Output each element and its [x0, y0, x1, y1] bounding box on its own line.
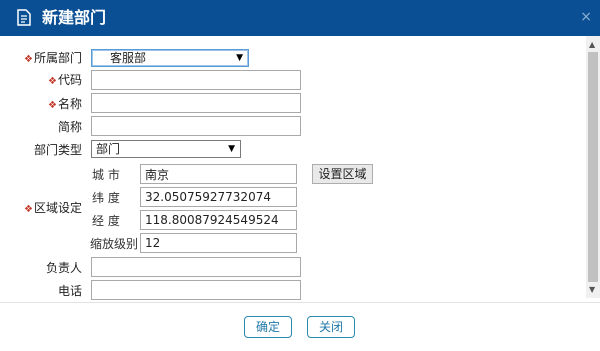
vertical-scrollbar[interactable]: ▲ ▼	[586, 36, 600, 298]
dept-type-select[interactable]: 部门 ▼	[91, 140, 241, 158]
phone-input[interactable]	[91, 280, 301, 300]
region-label: ❖区域设定	[24, 201, 82, 215]
city-label: 城 市	[92, 168, 120, 182]
zoom-level-label: 缩放级别	[90, 237, 139, 251]
longitude-label: 经 度	[92, 214, 120, 228]
dept-type-label: 部门类型	[33, 143, 82, 157]
scroll-down-icon[interactable]: ▼	[589, 285, 595, 294]
phone-label: 电话	[57, 284, 82, 298]
footer-divider	[0, 302, 600, 303]
close-icon[interactable]: ×	[580, 10, 592, 24]
parent-dept-value: 客服部	[110, 51, 147, 65]
zoom-level-input[interactable]	[140, 233, 297, 253]
form-body: ❖所属部门 客服部 ▼ ❖代码 ❖名称 简称 部门类型 部门 ▼ ❖区域设定 城…	[0, 36, 600, 303]
document-icon	[17, 9, 31, 26]
scrollbar-thumb[interactable]	[588, 52, 598, 282]
dropdown-arrow-icon: ▼	[236, 53, 243, 63]
city-input[interactable]	[140, 164, 297, 184]
parent-dept-label: ❖所属部门	[24, 51, 82, 65]
close-button[interactable]: 关闭	[307, 316, 355, 338]
manager-input[interactable]	[91, 257, 301, 277]
required-mark: ❖	[24, 54, 33, 65]
short-name-label: 简称	[57, 120, 82, 134]
latitude-input[interactable]	[140, 187, 297, 207]
scroll-up-icon[interactable]: ▲	[589, 40, 595, 49]
name-label: ❖名称	[48, 97, 82, 111]
set-region-button[interactable]: 设置区域	[312, 164, 373, 184]
name-input[interactable]	[91, 93, 301, 113]
dropdown-arrow-icon: ▼	[228, 144, 235, 154]
confirm-button[interactable]: 确定	[244, 316, 292, 338]
code-input[interactable]	[91, 70, 301, 90]
dialog-title: 新建部门	[42, 8, 107, 27]
longitude-input[interactable]	[140, 210, 297, 230]
manager-label: 负责人	[45, 261, 82, 275]
short-name-input[interactable]	[91, 116, 301, 136]
code-label: ❖代码	[48, 73, 82, 87]
latitude-label: 纬 度	[92, 191, 120, 205]
dept-type-value: 部门	[96, 142, 121, 156]
dialog-title-bar: 新建部门 ×	[0, 0, 600, 36]
parent-dept-select[interactable]: 客服部 ▼	[91, 49, 249, 67]
